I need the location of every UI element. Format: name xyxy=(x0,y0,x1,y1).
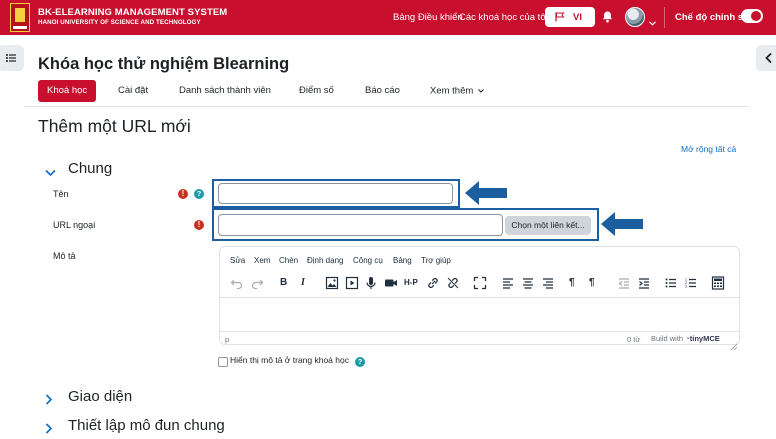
nav-dashboard-link[interactable]: Bảng Điều khiển xyxy=(393,12,463,23)
url-input[interactable] xyxy=(218,214,503,236)
chevron-right-icon[interactable] xyxy=(45,392,53,410)
align-right-icon[interactable] xyxy=(541,276,555,290)
build-with-text: Build with xyxy=(651,334,684,343)
brand-subtitle: HANOI UNIVERSITY OF SCIENCE AND TECHNOLO… xyxy=(38,19,201,26)
tab-reports[interactable]: Báo cáo xyxy=(365,80,400,102)
editor-toolbar-divider xyxy=(220,297,739,298)
tab-settings[interactable]: Cài đặt xyxy=(118,80,148,102)
edit-mode-toggle[interactable] xyxy=(741,9,763,23)
flag-icon xyxy=(555,12,565,25)
nav-my-courses-link[interactable]: Các khoá học của tôi xyxy=(459,12,548,23)
bold-icon[interactable]: B xyxy=(280,276,287,290)
editor-branding[interactable]: Build with ◔tinyMCE xyxy=(651,334,720,343)
italic-icon[interactable]: I xyxy=(301,276,305,290)
editor-element-path[interactable]: p xyxy=(225,335,229,344)
h5p-icon[interactable]: H-P xyxy=(404,276,418,290)
arrow-left-icon xyxy=(601,212,643,236)
svg-text:3: 3 xyxy=(685,285,687,289)
numbered-list-icon[interactable]: 123 xyxy=(684,276,698,290)
editor-menu-tools[interactable]: Công cụ xyxy=(353,256,383,265)
chevron-right-icon[interactable] xyxy=(45,421,53,439)
editor-menu-edit[interactable]: Sửa xyxy=(230,256,245,265)
block-drawer-button[interactable] xyxy=(756,45,776,71)
image-icon[interactable] xyxy=(325,276,339,290)
section-appearance-title[interactable]: Giao diện xyxy=(68,388,132,405)
help-icon[interactable]: ? xyxy=(355,357,365,367)
align-left-icon[interactable] xyxy=(501,276,515,290)
chevron-down-icon xyxy=(478,80,484,102)
list-icon xyxy=(6,54,16,62)
tinymce-brand: tinyMCE xyxy=(689,334,720,343)
ltr-icon[interactable]: ¶ xyxy=(569,276,575,290)
media-icon[interactable] xyxy=(345,276,359,290)
university-logo[interactable] xyxy=(10,3,30,32)
tab-more[interactable]: Xem thêm xyxy=(430,80,484,102)
fullscreen-icon[interactable] xyxy=(473,276,487,290)
editor-word-count[interactable]: 0 từ xyxy=(627,335,640,344)
editor-menu-view[interactable]: Xem xyxy=(254,256,270,265)
help-icon[interactable]: ? xyxy=(194,189,204,199)
tab-more-label: Xem thêm xyxy=(430,85,474,97)
required-icon: ! xyxy=(194,220,204,230)
microphone-icon[interactable] xyxy=(364,276,378,290)
language-button[interactable]: VI xyxy=(545,7,595,27)
tabs-divider xyxy=(24,106,748,107)
arrow-left-icon xyxy=(465,181,507,205)
editor-menu-help[interactable]: Trợ giúp xyxy=(421,256,451,265)
url-field-label: URL ngoại xyxy=(53,220,96,230)
section-general-title[interactable]: Chung xyxy=(68,160,112,177)
page-heading: Thêm một URL mới xyxy=(38,116,191,136)
indent-icon[interactable] xyxy=(637,276,651,290)
resize-handle-icon[interactable] xyxy=(730,337,738,355)
course-index-drawer-button[interactable] xyxy=(0,45,24,71)
outdent-icon[interactable] xyxy=(617,276,631,290)
name-field-label: Tên xyxy=(53,189,69,199)
section-module-settings-title[interactable]: Thiết lập mô đun chung xyxy=(68,417,225,434)
calculator-icon[interactable] xyxy=(711,276,725,290)
redo-icon[interactable] xyxy=(250,276,264,290)
bullet-list-icon[interactable] xyxy=(664,276,678,290)
rtl-icon[interactable]: ¶ xyxy=(589,276,595,290)
expand-all-link[interactable]: Mở rộng tất cả xyxy=(681,144,736,154)
show-description-label: Hiển thị mô tả ở trang khoá học xyxy=(230,355,349,365)
notification-bell-icon[interactable] xyxy=(602,10,613,28)
chevron-down-icon[interactable] xyxy=(649,13,656,31)
editor-menu-table[interactable]: Bảng xyxy=(393,256,412,265)
tab-participants[interactable]: Danh sách thành viên xyxy=(179,80,271,102)
navbar-divider xyxy=(664,7,665,28)
chevron-left-icon xyxy=(765,52,772,64)
video-camera-icon[interactable] xyxy=(384,276,398,290)
editor-menu-format[interactable]: Định dạng xyxy=(307,256,343,265)
undo-icon[interactable] xyxy=(230,276,244,290)
name-input[interactable] xyxy=(218,183,453,204)
unlink-icon[interactable] xyxy=(446,276,460,290)
description-field-label: Mô tả xyxy=(53,251,76,261)
chevron-down-icon[interactable] xyxy=(45,164,56,182)
tab-course[interactable]: Khoá học xyxy=(38,80,97,102)
tab-grades[interactable]: Điểm số xyxy=(299,80,334,102)
link-icon[interactable] xyxy=(426,276,440,290)
editor-menu-insert[interactable]: Chèn xyxy=(279,256,298,265)
brand-title: BK-ELEARNING MANAGEMENT SYSTEM xyxy=(38,7,228,18)
required-icon: ! xyxy=(178,189,188,199)
language-code: VI xyxy=(573,12,582,23)
align-center-icon[interactable] xyxy=(521,276,535,290)
editor-status-divider xyxy=(220,331,739,332)
choose-link-button[interactable]: Chọn một liên kết... xyxy=(505,216,591,235)
user-avatar[interactable] xyxy=(625,7,645,27)
show-description-checkbox[interactable] xyxy=(218,357,228,367)
course-title: Khóa học thử nghiệm Blearning xyxy=(38,55,290,73)
top-navbar: BK-ELEARNING MANAGEMENT SYSTEM HANOI UNI… xyxy=(0,0,776,35)
